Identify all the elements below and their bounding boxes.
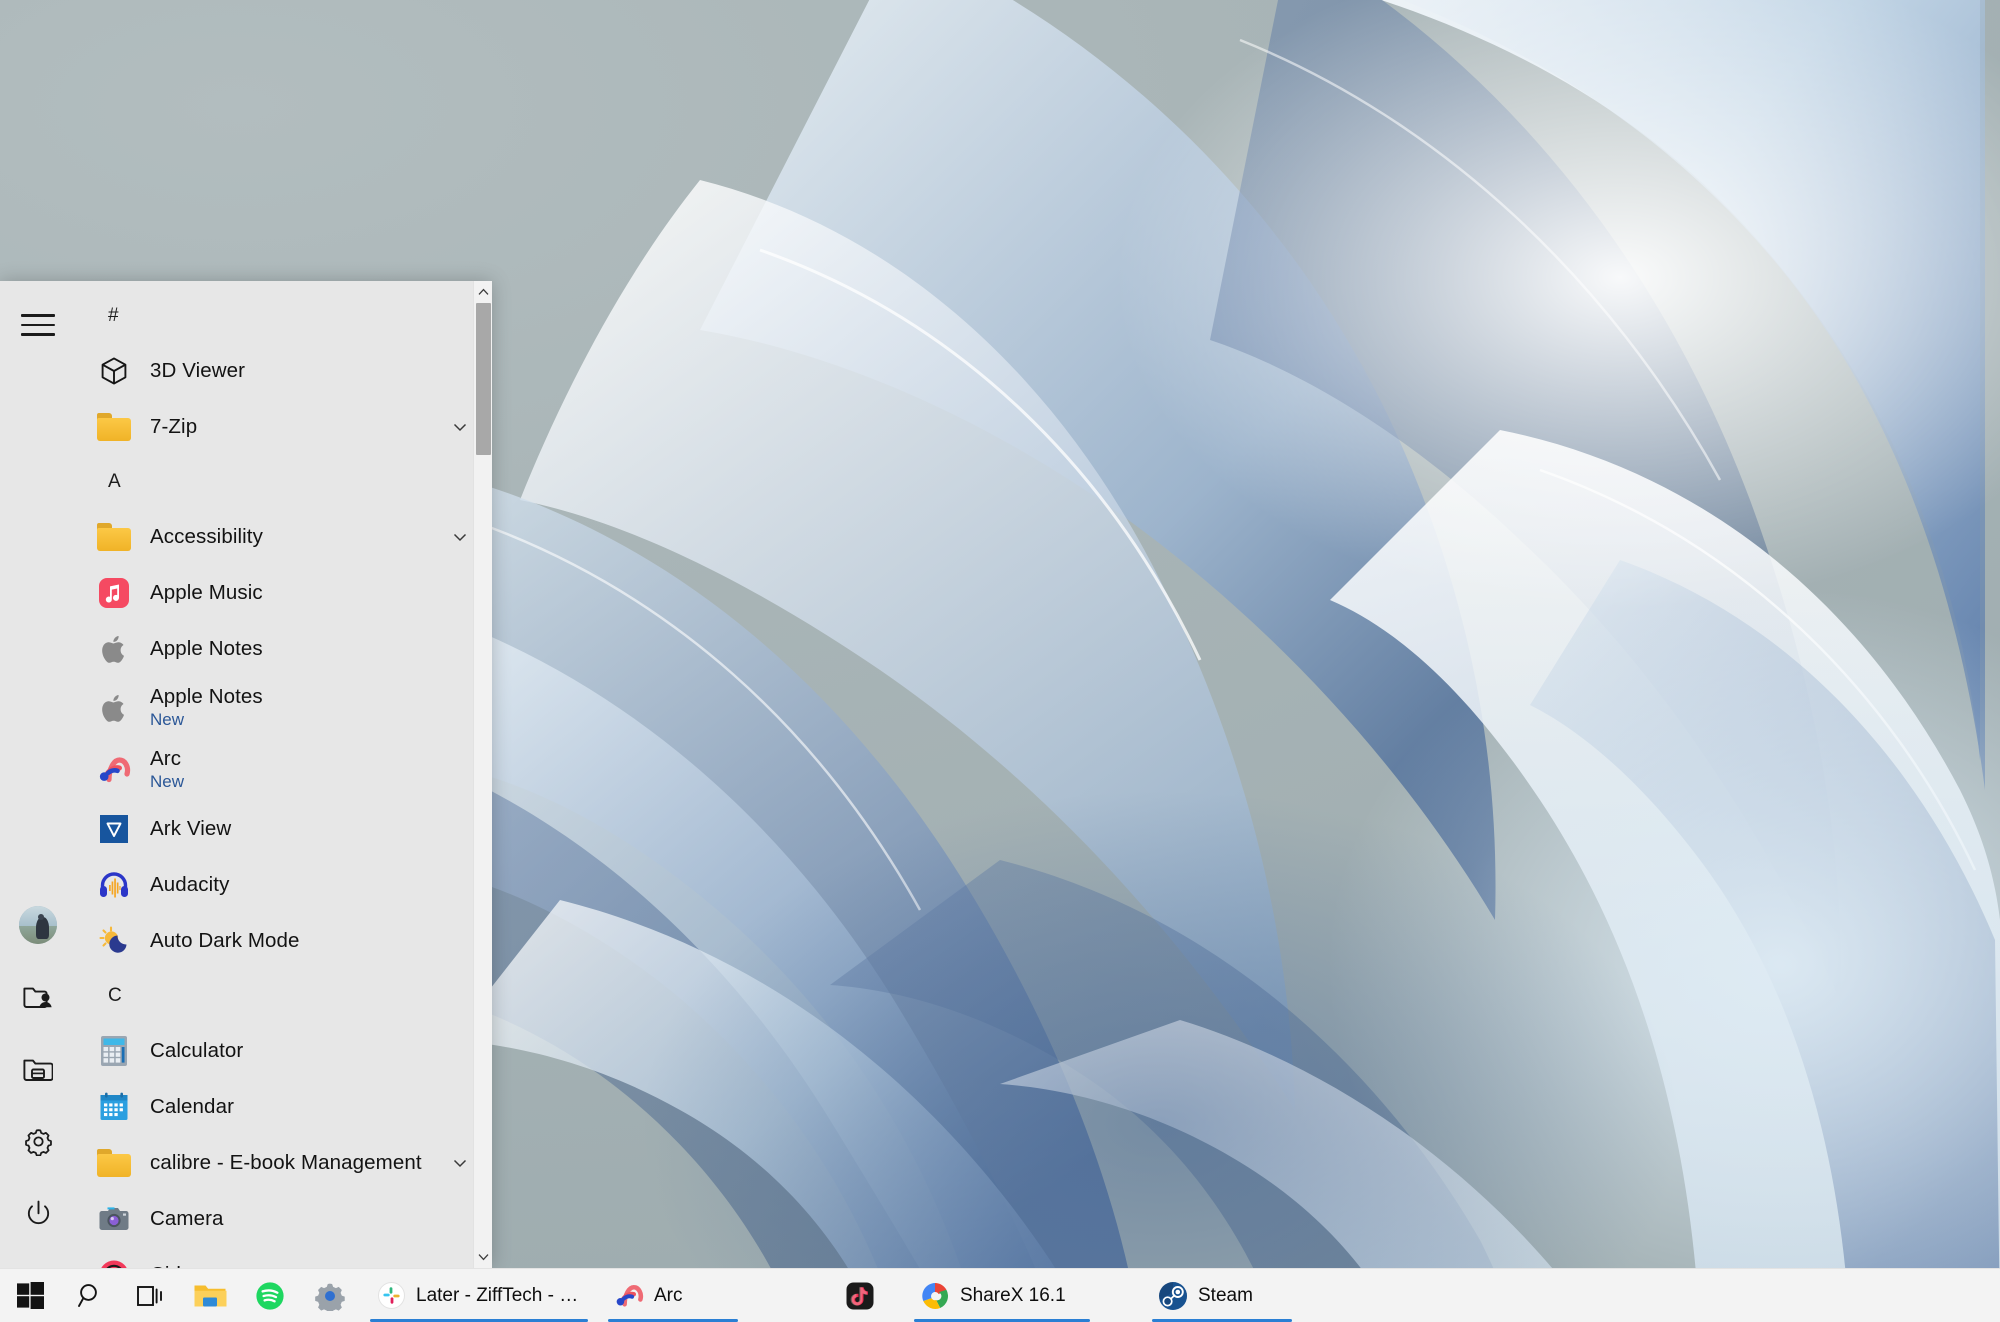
taskbar-window-arc[interactable]: Arc	[598, 1269, 748, 1322]
taskbar-window-slack[interactable]: Later - ZiffTech - Sl...	[360, 1269, 598, 1322]
app-row-calendar[interactable]: Calendar	[76, 1079, 492, 1135]
app-label: Audacity	[150, 873, 229, 897]
hamburger-menu-icon[interactable]	[14, 303, 62, 347]
ark-view-icon	[96, 811, 132, 847]
file-explorer-button[interactable]	[180, 1269, 240, 1322]
app-label: Auto Dark Mode	[150, 929, 300, 953]
app-label: Apple Music	[150, 581, 263, 605]
app-row-audacity[interactable]: Audacity	[76, 857, 492, 913]
apple-icon	[96, 631, 132, 667]
app-label: Calendar	[150, 1095, 234, 1119]
app-label: Arc	[150, 747, 184, 771]
scroll-down-arrow[interactable]	[474, 1246, 492, 1268]
audacity-icon	[96, 867, 132, 903]
sharex-icon	[920, 1281, 950, 1311]
steam-icon	[1158, 1281, 1188, 1311]
app-row-accessibility[interactable]: Accessibility	[76, 509, 492, 565]
app-row-calibre[interactable]: calibre - E-book Management	[76, 1135, 492, 1191]
taskbar[interactable]: Later - ZiffTech - Sl... Arc	[0, 1268, 2000, 1322]
chevron-down-icon[interactable]	[452, 1155, 468, 1171]
letter-header[interactable]: A	[76, 455, 492, 509]
task-view-icon	[136, 1283, 164, 1309]
app-row-ark-view[interactable]: Ark View	[76, 801, 492, 857]
folder-icon	[96, 409, 132, 445]
windows-logo-icon	[17, 1282, 44, 1309]
spotify-button[interactable]	[240, 1269, 300, 1322]
app-row-7-zip[interactable]: 7-Zip	[76, 399, 492, 455]
calendar-icon	[96, 1089, 132, 1125]
apple-icon	[96, 690, 132, 726]
arc-icon	[96, 752, 132, 788]
app-row-arc[interactable]: Arc New	[76, 739, 492, 801]
power-icon	[24, 1199, 53, 1228]
chevron-down-icon[interactable]	[452, 529, 468, 545]
folder-icon	[96, 1145, 132, 1181]
wallpaper-shadow-center	[440, 661, 1880, 1322]
app-badge-new: New	[150, 772, 184, 792]
avatar	[19, 906, 57, 944]
folder-icon	[96, 519, 132, 555]
cube-icon	[96, 353, 132, 389]
app-label: calibre - E-book Management	[150, 1151, 422, 1175]
gear-icon	[24, 1127, 53, 1156]
calculator-icon	[96, 1033, 132, 1069]
window-title: Arc	[654, 1285, 683, 1307]
taskbar-window-steam[interactable]: Steam	[1142, 1269, 1302, 1322]
scroll-up-arrow[interactable]	[474, 281, 492, 303]
sidebar-item-power[interactable]	[9, 1184, 67, 1242]
apple-music-icon	[96, 575, 132, 611]
app-label: Camera	[150, 1207, 224, 1231]
search-icon	[77, 1282, 104, 1309]
documents-icon	[23, 984, 53, 1010]
window-title: Later - ZiffTech - Sl...	[416, 1285, 582, 1307]
pictures-icon	[23, 1056, 53, 1082]
app-label: 3D Viewer	[150, 359, 245, 383]
arc-icon	[614, 1281, 644, 1311]
spotify-icon	[255, 1281, 285, 1311]
tiktok-icon	[845, 1281, 875, 1311]
app-row-calculator[interactable]: Calculator	[76, 1023, 492, 1079]
sidebar-item-avatar[interactable]	[9, 896, 67, 954]
app-label: Apple Notes	[150, 637, 263, 661]
sidebar-item-settings[interactable]	[9, 1112, 67, 1170]
file-explorer-icon	[193, 1282, 227, 1310]
gear-icon	[315, 1281, 345, 1311]
search-button[interactable]	[60, 1269, 120, 1322]
app-label: Apple Notes	[150, 685, 263, 709]
auto-dark-mode-icon	[96, 923, 132, 959]
taskbar-window-tiktok[interactable]	[826, 1269, 904, 1322]
app-label: Calculator	[150, 1039, 243, 1063]
settings-button[interactable]	[300, 1269, 360, 1322]
app-row-auto-dark-mode[interactable]: Auto Dark Mode	[76, 913, 492, 969]
slack-icon	[376, 1281, 406, 1311]
app-row-camera[interactable]: Camera	[76, 1191, 492, 1247]
all-apps-list[interactable]: # 3D Viewer 7-Zip A A	[76, 281, 492, 1268]
camera-icon	[96, 1201, 132, 1237]
cider-icon	[96, 1257, 132, 1268]
letter-header[interactable]: #	[76, 289, 492, 343]
sidebar-item-pictures[interactable]	[9, 1040, 67, 1098]
app-row-apple-notes-new[interactable]: Apple Notes New	[76, 677, 492, 739]
start-menu[interactable]: # 3D Viewer 7-Zip A A	[0, 281, 492, 1268]
sidebar-item-documents[interactable]	[9, 968, 67, 1026]
app-row-apple-music[interactable]: Apple Music	[76, 565, 492, 621]
start-button[interactable]	[0, 1269, 60, 1322]
start-menu-rail[interactable]	[0, 281, 76, 1268]
app-row-apple-notes[interactable]: Apple Notes	[76, 621, 492, 677]
scrollbar-thumb[interactable]	[476, 303, 491, 455]
app-row-cider[interactable]: Cider	[76, 1247, 492, 1268]
window-title: Steam	[1198, 1285, 1253, 1307]
chevron-down-icon[interactable]	[452, 419, 468, 435]
app-row-3d-viewer[interactable]: 3D Viewer	[76, 343, 492, 399]
app-label: Accessibility	[150, 525, 263, 549]
app-label: Ark View	[150, 817, 231, 841]
window-title: ShareX 16.1	[960, 1285, 1066, 1307]
letter-header[interactable]: C	[76, 969, 492, 1023]
taskbar-window-sharex[interactable]: ShareX 16.1	[904, 1269, 1100, 1322]
task-view-button[interactable]	[120, 1269, 180, 1322]
app-list-scrollbar[interactable]	[473, 281, 492, 1268]
app-label: 7-Zip	[150, 415, 197, 439]
app-badge-new: New	[150, 710, 263, 730]
